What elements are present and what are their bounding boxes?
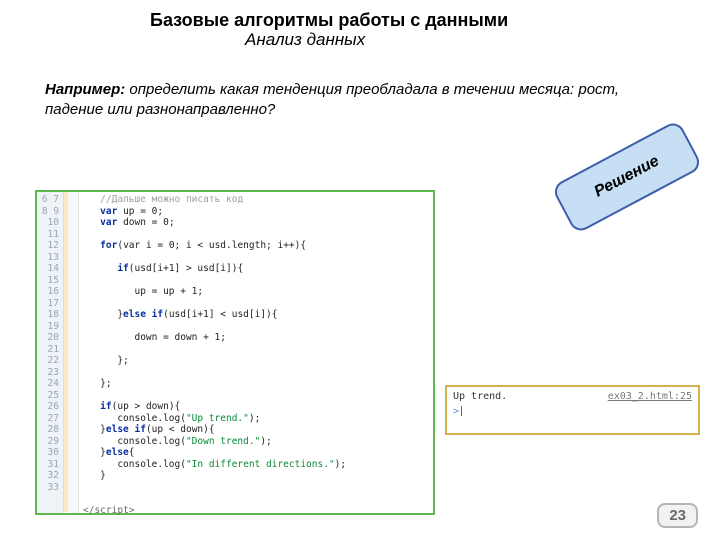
console-output: Up trend. <box>453 391 507 402</box>
example-body: определить какая тенденция преобладала в… <box>45 81 619 118</box>
example-label: Например: <box>45 81 125 98</box>
console-prompt[interactable]: > <box>453 406 692 417</box>
solution-badge: Решение <box>551 119 703 234</box>
code-gutter: 6 7 8 9 10 11 12 13 14 15 16 17 18 19 20… <box>37 192 64 513</box>
page-number: 23 <box>657 503 698 528</box>
fold-gutter <box>68 192 79 513</box>
page-subtitle: Анализ данных <box>245 30 570 50</box>
page-title: Базовые алгоритмы работы с данными <box>150 10 570 32</box>
code-editor: 6 7 8 9 10 11 12 13 14 15 16 17 18 19 20… <box>35 190 435 515</box>
code-body: //Дальше можно писать код var up = 0; va… <box>79 192 433 513</box>
example-text: Например: определить какая тенденция пре… <box>45 80 665 119</box>
cursor-icon <box>461 406 462 416</box>
console-source: ex03_2.html:25 <box>608 391 692 402</box>
console-panel: Up trend. ex03_2.html:25 > <box>445 385 700 435</box>
